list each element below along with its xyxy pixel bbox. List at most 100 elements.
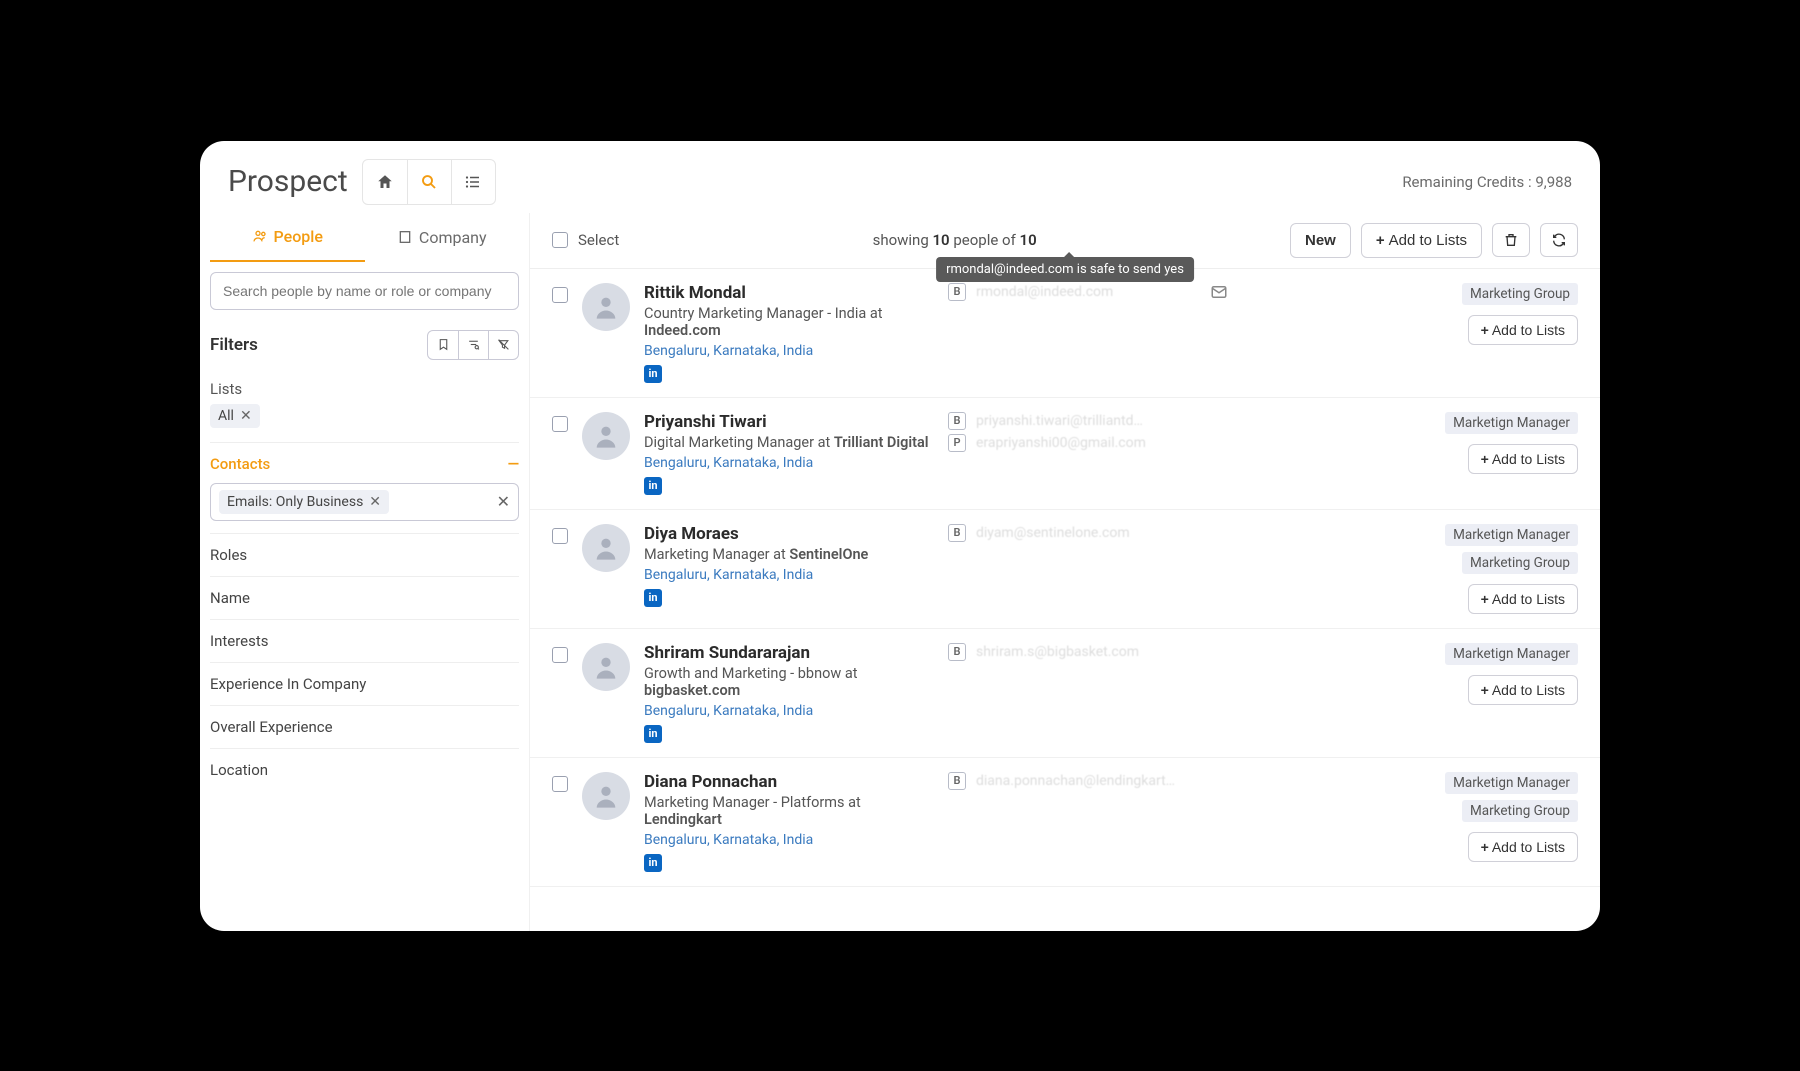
filter-group[interactable]: Name xyxy=(210,576,519,619)
list-tag[interactable]: Marketign Manager xyxy=(1445,412,1578,434)
person-row: Diya Moraes Marketing Manager at Sentinel… xyxy=(530,510,1600,629)
email-text: erapriyanshi00@gmail.com xyxy=(976,435,1146,451)
list-icon[interactable] xyxy=(451,160,495,204)
email-line: Bdiana.ponnachan@lendingkart… xyxy=(948,772,1228,790)
person-title: Country Marketing Manager - India at Ind… xyxy=(644,305,934,339)
add-to-lists-row-button[interactable]: +Add to Lists xyxy=(1468,832,1578,862)
person-info: Shriram SundararajanGrowth and Marketing… xyxy=(644,643,934,743)
email-type-badge: B xyxy=(948,643,966,661)
emails-col: Bdiana.ponnachan@lendingkart… xyxy=(948,772,1228,872)
checkbox-icon[interactable] xyxy=(552,528,568,544)
filter-search-icon[interactable] xyxy=(458,331,488,359)
right-col: Marketign Manager Marketing Group +Add to … xyxy=(1408,524,1578,614)
contacts-chip[interactable]: Emails: Only Business ✕ xyxy=(219,490,389,514)
clear-filter-icon[interactable] xyxy=(488,331,518,359)
list-tag[interactable]: Marketign Manager xyxy=(1445,772,1578,794)
linkedin-icon[interactable]: in xyxy=(644,365,662,383)
lists-chip[interactable]: All ✕ xyxy=(210,404,260,428)
select-label: Select xyxy=(578,231,619,249)
search-icon[interactable] xyxy=(407,160,451,204)
row-checkbox-wrap xyxy=(552,772,568,872)
filter-group-head[interactable]: Interests xyxy=(210,632,519,650)
select-all[interactable]: Select xyxy=(552,231,619,249)
minus-icon: — xyxy=(508,455,519,473)
app-window: Prospect Remaining Credits : 9,988 Peopl… xyxy=(200,141,1600,931)
close-icon[interactable]: ✕ xyxy=(369,494,381,510)
email-type-badge: B xyxy=(948,412,966,430)
list-tag[interactable]: Marketign Manager xyxy=(1445,524,1578,546)
linkedin-icon[interactable]: in xyxy=(644,725,662,743)
tab-company[interactable]: Company xyxy=(365,213,520,262)
linkedin-icon[interactable]: in xyxy=(644,854,662,872)
person-location: Bengaluru, Karnataka, India xyxy=(644,343,934,359)
person-name[interactable]: Rittik Mondal xyxy=(644,283,934,303)
email-type-badge: P xyxy=(948,434,966,452)
filter-group-head[interactable]: Name xyxy=(210,589,519,607)
emails-col: Brmondal@indeed.com xyxy=(948,283,1228,383)
add-to-lists-button[interactable]: +Add to Lists xyxy=(1361,223,1482,258)
filter-group[interactable]: Interests xyxy=(210,619,519,662)
filter-group-head[interactable]: Overall Experience xyxy=(210,718,519,736)
close-icon[interactable]: ✕ xyxy=(240,408,252,424)
person-name[interactable]: Diana Ponnachan xyxy=(644,772,934,792)
list-tag[interactable]: Marketing Group xyxy=(1462,552,1578,574)
sidebar-search-input[interactable] xyxy=(210,272,519,310)
clear-contacts-icon[interactable]: ✕ xyxy=(497,492,510,511)
person-name[interactable]: Shriram Sundararajan xyxy=(644,643,934,663)
avatar xyxy=(582,524,630,572)
checkbox-icon[interactable] xyxy=(552,416,568,432)
email-line: Bdiyam@sentinelone.com xyxy=(948,524,1228,542)
email-text: diana.ponnachan@lendingkart… xyxy=(976,773,1175,789)
email-line: Bpriyanshi.tiwari@trilliantd… xyxy=(948,412,1228,430)
checkbox-icon[interactable] xyxy=(552,232,568,248)
mail-icon[interactable] xyxy=(1210,283,1228,301)
tab-people[interactable]: People xyxy=(210,213,365,262)
right-col: Marketign Manager +Add to Lists xyxy=(1408,643,1578,743)
filter-group[interactable]: Location xyxy=(210,748,519,791)
add-to-lists-row-button[interactable]: +Add to Lists xyxy=(1468,584,1578,614)
person-location: Bengaluru, Karnataka, India xyxy=(644,455,934,471)
email-type-badge: B xyxy=(948,283,966,301)
filter-group-label: Roles xyxy=(210,546,247,564)
filter-group-head[interactable]: Experience In Company xyxy=(210,675,519,693)
filters-header: Filters xyxy=(210,320,519,370)
person-location: Bengaluru, Karnataka, India xyxy=(644,832,934,848)
list-tag[interactable]: Marketing Group xyxy=(1462,283,1578,305)
person-name[interactable]: Diya Moraes xyxy=(644,524,934,544)
checkbox-icon[interactable] xyxy=(552,287,568,303)
person-title: Marketing Manager at SentinelOne xyxy=(644,546,934,563)
right-col: Marketing Group +Add to Lists xyxy=(1408,283,1578,383)
delete-button[interactable] xyxy=(1492,223,1530,257)
refresh-button[interactable] xyxy=(1540,223,1578,257)
filter-group-label: Experience In Company xyxy=(210,675,366,693)
bookmark-icon[interactable] xyxy=(428,331,458,359)
linkedin-icon[interactable]: in xyxy=(644,477,662,495)
email-text: shriram.s@bigbasket.com xyxy=(976,644,1139,660)
toolbar-right: New +Add to Lists xyxy=(1290,223,1578,258)
main: People Company Filters Lists All xyxy=(200,213,1600,931)
new-button[interactable]: New xyxy=(1290,223,1351,258)
checkbox-icon[interactable] xyxy=(552,647,568,663)
filter-group-label: Interests xyxy=(210,632,269,650)
filter-group[interactable]: Overall Experience xyxy=(210,705,519,748)
person-row: Shriram SundararajanGrowth and Marketing… xyxy=(530,629,1600,758)
home-icon[interactable] xyxy=(363,160,407,204)
add-to-lists-row-button[interactable]: +Add to Lists xyxy=(1468,315,1578,345)
linkedin-icon[interactable]: in xyxy=(644,589,662,607)
filter-group-head[interactable]: Location xyxy=(210,761,519,779)
lists-chip-text: All xyxy=(218,408,234,424)
person-name[interactable]: Priyanshi Tiwari xyxy=(644,412,934,432)
contacts-toggle[interactable]: Contacts — xyxy=(210,455,519,473)
checkbox-icon[interactable] xyxy=(552,776,568,792)
list-tag[interactable]: Marketign Manager xyxy=(1445,643,1578,665)
filter-group[interactable]: Experience In Company xyxy=(210,662,519,705)
add-to-lists-row-button[interactable]: +Add to Lists xyxy=(1468,675,1578,705)
lists-label: Lists xyxy=(210,370,519,404)
filters-label: Filters xyxy=(210,335,258,355)
filter-group-head[interactable]: Roles xyxy=(210,546,519,564)
toolbar: Select showing 10 people of 10 New +Add … xyxy=(530,213,1600,269)
person-title: Digital Marketing Manager at Trilliant D… xyxy=(644,434,934,451)
list-tag[interactable]: Marketing Group xyxy=(1462,800,1578,822)
add-to-lists-row-button[interactable]: +Add to Lists xyxy=(1468,444,1578,474)
filter-group[interactable]: Roles xyxy=(210,533,519,576)
